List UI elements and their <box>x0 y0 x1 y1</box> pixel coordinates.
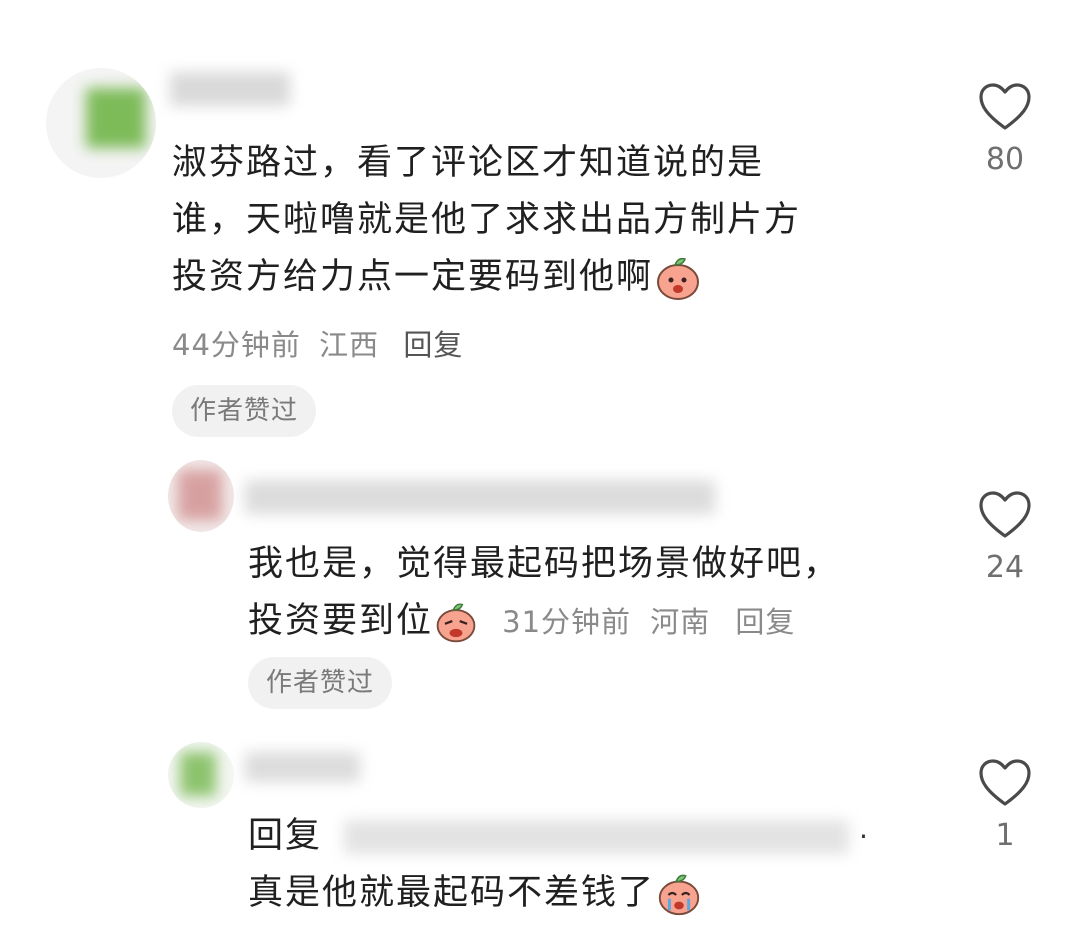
comment-location: 河南 <box>650 605 711 639</box>
author-liked-badge: 作者赞过 <box>248 657 393 709</box>
comment-location: 江西 <box>319 328 380 362</box>
reply-button[interactable]: 回复 <box>403 328 463 362</box>
username[interactable] <box>170 72 290 106</box>
heart-outline-icon[interactable] <box>977 490 1033 540</box>
heart-outline-icon[interactable] <box>977 758 1033 808</box>
comment-3: 回复 · 真是他就最起码不差钱了 1 <box>0 730 1080 937</box>
avatar[interactable] <box>168 742 234 808</box>
avatar-image <box>178 470 222 520</box>
heart-outline-icon[interactable] <box>977 82 1033 132</box>
username[interactable] <box>245 480 715 514</box>
comment-line: 谁，天啦噜就是他了求求出品方制片方 <box>172 200 802 240</box>
comment-text: 我也是，觉得最起码把场景做好吧， 投资要到位 31分钟前 河南 回复 <box>248 536 948 651</box>
reply-to-username[interactable] <box>344 819 850 854</box>
comment-time: 31分钟前 <box>502 605 632 639</box>
comment-line: 投资要到位 31分钟前 河南 回复 <box>248 593 948 651</box>
comment-line: 回复 · <box>248 808 948 865</box>
like-control[interactable]: 1 <box>970 758 1040 853</box>
like-control[interactable]: 24 <box>970 490 1040 585</box>
comment-1: 淑芬路过，看了评论区才知道说的是 谁，天啦噜就是他了求求出品方制片方 投资方给力… <box>0 0 1080 450</box>
peach-sticker-icon <box>658 874 700 916</box>
comment-text: 回复 · 真是他就最起码不差钱了 <box>248 808 948 922</box>
comment-line: 淑芬路过，看了评论区才知道说的是 <box>172 143 765 183</box>
comment-line: 投资方给力点一定要码到他啊 <box>172 249 932 306</box>
comment-line: 我也是，觉得最起码把场景做好吧， <box>248 544 841 584</box>
reply-button[interactable]: 回复 <box>735 605 795 639</box>
avatar[interactable] <box>46 68 156 178</box>
peach-sticker-icon <box>657 257 700 300</box>
reply-prefix: 回复 <box>248 816 323 856</box>
author-liked-badge: 作者赞过 <box>172 385 317 437</box>
avatar-image <box>86 88 146 148</box>
like-count: 80 <box>985 142 1025 177</box>
comment-line: 真是他就最起码不差钱了 <box>248 865 948 922</box>
username[interactable] <box>245 752 360 782</box>
comment-text: 淑芬路过，看了评论区才知道说的是 谁，天啦噜就是他了求求出品方制片方 投资方给力… <box>172 135 932 306</box>
like-count: 24 <box>985 550 1025 585</box>
avatar-image <box>180 752 216 796</box>
comment-2: 我也是，觉得最起码把场景做好吧， 投资要到位 31分钟前 河南 回复 作者赞过 … <box>0 450 1080 730</box>
peach-sticker-icon <box>436 603 476 643</box>
comment-time: 44分钟前 <box>172 328 301 362</box>
avatar[interactable] <box>168 460 234 532</box>
like-count: 1 <box>995 818 1015 853</box>
comment-meta: 44分钟前 江西 回复 <box>172 322 463 364</box>
like-control[interactable]: 80 <box>970 82 1040 177</box>
